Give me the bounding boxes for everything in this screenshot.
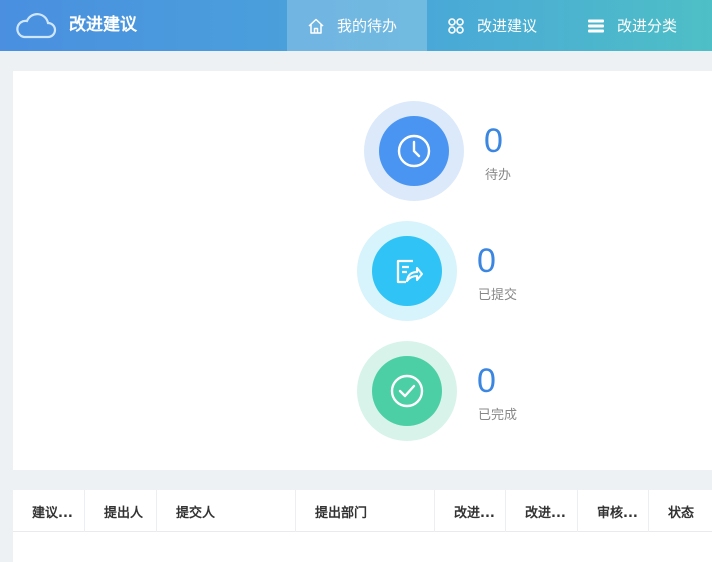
column-header[interactable]: 状态 [649,490,712,532]
column-header[interactable]: 提出人 [85,490,157,532]
column-header[interactable]: 改进... [435,490,506,532]
suggestions-table: 建议... 提出人 提交人 提出部门 改进... 改进... 审核... 状态 [13,490,712,562]
tab-label: 改进建议 [477,17,538,35]
clock-icon [379,116,449,186]
tab-label: 我的待办 [337,17,398,35]
tab-categories[interactable]: 改进分类 [567,0,712,51]
stat-pending[interactable]: 0 待办 [364,101,534,201]
stat-pending-label: 待办 [485,168,512,183]
check-circle-icon [372,356,442,426]
stat-completed-value: 0 [477,362,496,400]
stat-pending-value: 0 [484,122,503,160]
column-header[interactable]: 建议... [13,490,85,532]
stats-panel: 0 待办 0 已提交 0 已完成 [13,71,712,470]
table-header: 建议... 提出人 提交人 提出部门 改进... 改进... 审核... 状态 [13,490,712,532]
column-header[interactable]: 审核... [578,490,649,532]
grid-icon [447,17,465,35]
column-header[interactable]: 改进... [506,490,578,532]
tab-my-todo[interactable]: 我的待办 [287,0,427,51]
column-header[interactable]: 提出部门 [296,490,435,532]
stat-completed[interactable]: 0 已完成 [357,341,537,441]
edit-share-icon [372,236,442,306]
stat-submitted[interactable]: 0 已提交 [357,221,537,321]
stat-submitted-value: 0 [477,242,496,280]
column-header[interactable]: 提交人 [157,490,296,532]
app-header: 改进建议 我的待办 改进建议 改进分类 [0,0,712,51]
home-icon [307,17,325,35]
stat-completed-label: 已完成 [478,408,518,423]
cloud-icon [13,9,57,41]
list-icon [587,17,605,35]
tab-label: 改进分类 [617,17,678,35]
tab-suggestions[interactable]: 改进建议 [427,0,567,51]
app-title: 改进建议 [69,15,137,35]
stat-submitted-label: 已提交 [478,288,518,303]
